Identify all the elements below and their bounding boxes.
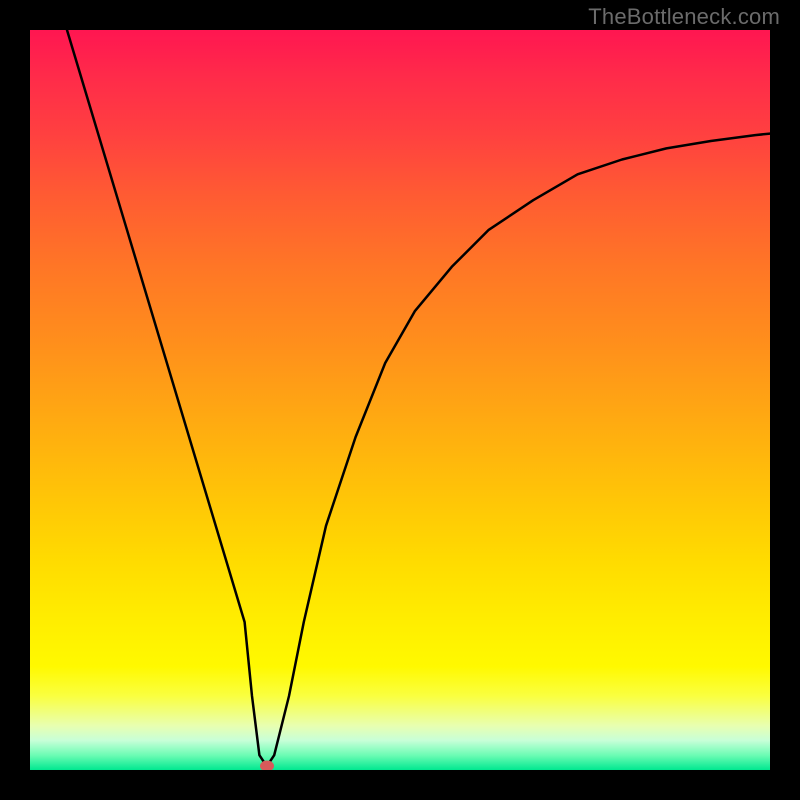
optimal-point-marker <box>260 761 274 770</box>
chart-frame: TheBottleneck.com <box>0 0 800 800</box>
bottleneck-curve <box>30 30 770 770</box>
watermark-text: TheBottleneck.com <box>588 4 780 30</box>
plot-area <box>30 30 770 770</box>
